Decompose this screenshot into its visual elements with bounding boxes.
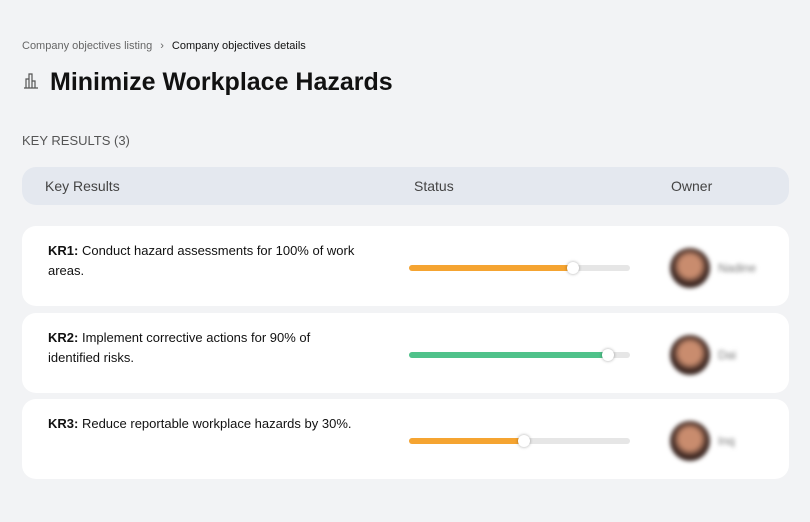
progress-handle[interactable] bbox=[566, 262, 579, 274]
column-status: Status bbox=[414, 178, 454, 194]
key-result-id: KR2: bbox=[48, 330, 79, 345]
progress-bar[interactable] bbox=[409, 349, 630, 361]
table-row[interactable]: KR3: Reduce reportable workplace hazards… bbox=[22, 399, 789, 479]
table-row[interactable]: KR1: Conduct hazard assessments for 100%… bbox=[22, 226, 789, 306]
progress-fill bbox=[409, 352, 608, 358]
owner-name: Nadine bbox=[718, 261, 757, 275]
column-owner: Owner bbox=[671, 178, 713, 194]
progress-bar[interactable] bbox=[409, 435, 630, 447]
progress-handle[interactable] bbox=[517, 435, 530, 447]
owner-name: Inq bbox=[718, 434, 735, 448]
avatar bbox=[670, 421, 710, 461]
breadcrumb-current: Company objectives details bbox=[171, 40, 306, 52]
breadcrumb-separator: › bbox=[160, 40, 164, 52]
page-title: Minimize Workplace Hazards bbox=[50, 68, 393, 96]
key-result-description: Conduct hazard assessments for 100% of w… bbox=[48, 243, 355, 278]
buildings-icon bbox=[22, 71, 40, 94]
key-result-text: KR3: Reduce reportable workplace hazards… bbox=[48, 414, 358, 434]
key-result-id: KR3: bbox=[48, 416, 79, 431]
breadcrumb-parent-link[interactable]: Company objectives listing bbox=[22, 40, 152, 52]
avatar bbox=[670, 335, 710, 375]
owner[interactable]: Inq bbox=[670, 421, 735, 461]
table-header: Key Results Status Owner bbox=[22, 167, 789, 205]
owner[interactable]: Dai bbox=[670, 335, 736, 375]
column-key-results: Key Results bbox=[45, 178, 120, 194]
key-result-text: KR2: Implement corrective actions for 90… bbox=[48, 328, 358, 368]
key-result-id: KR1: bbox=[48, 243, 79, 258]
key-result-description: Implement corrective actions for 90% of … bbox=[48, 330, 311, 365]
section-title: KEY RESULTS (3) bbox=[22, 133, 130, 148]
breadcrumb: Company objectives listing › Company obj… bbox=[22, 40, 306, 52]
owner-name: Dai bbox=[718, 348, 737, 362]
progress-fill bbox=[409, 438, 524, 444]
progress-fill bbox=[409, 265, 573, 271]
progress-bar[interactable] bbox=[409, 262, 630, 274]
key-result-text: KR1: Conduct hazard assessments for 100%… bbox=[48, 241, 358, 281]
table-row[interactable]: KR2: Implement corrective actions for 90… bbox=[22, 313, 789, 393]
owner[interactable]: Nadine bbox=[670, 248, 756, 288]
progress-handle[interactable] bbox=[601, 349, 614, 361]
key-result-description: Reduce reportable workplace hazards by 3… bbox=[78, 416, 352, 431]
avatar bbox=[670, 248, 710, 288]
page-header: Minimize Workplace Hazards bbox=[22, 68, 393, 97]
